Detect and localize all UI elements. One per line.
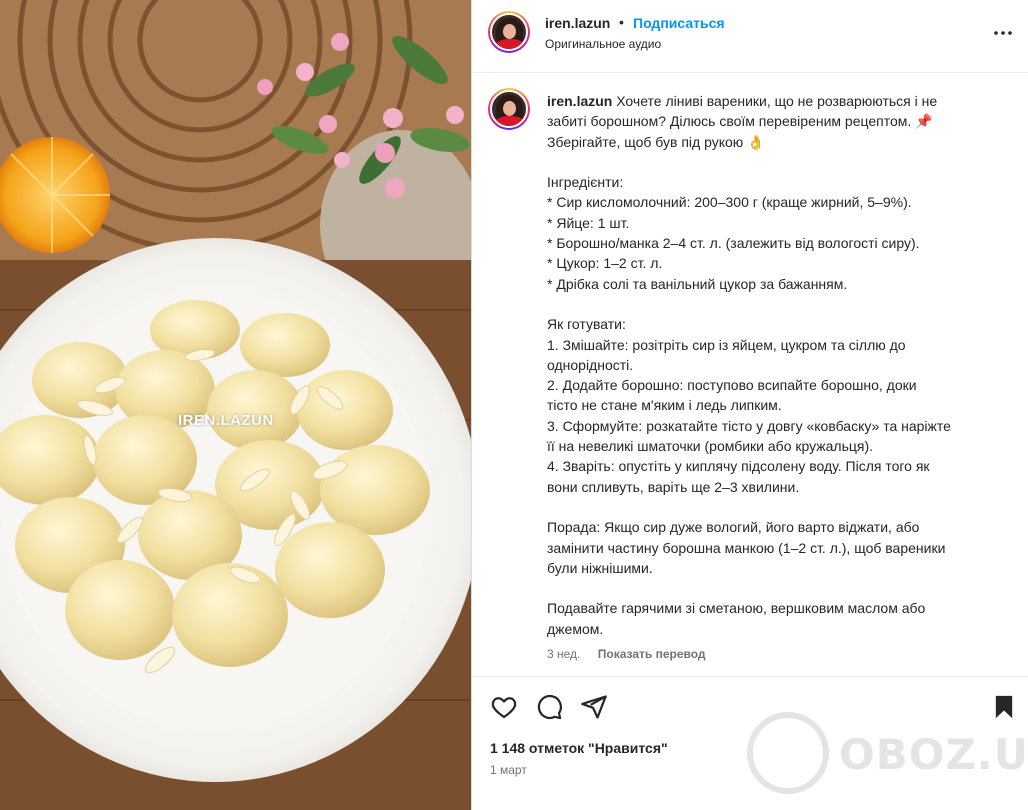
share-icon[interactable]: [580, 693, 608, 721]
post-header: iren.lazun • Подписаться Оригинальное ау…: [472, 0, 1028, 73]
post-age: 3 нед.: [547, 647, 581, 661]
caption-meta: 3 нед. Показать перевод: [547, 647, 706, 661]
audio-label[interactable]: Оригинальное аудио: [545, 37, 661, 51]
site-watermark: OBOZ.UA: [737, 710, 1028, 800]
post-date[interactable]: 1 март: [490, 763, 527, 777]
separator-dot: •: [619, 14, 624, 30]
caption-area: iren.lazun Хочете ліниві вареники, що не…: [472, 74, 1028, 674]
watermark-text: OBOZ.UA: [839, 730, 1028, 779]
caption: iren.lazun Хочете ліниві вареники, що не…: [547, 91, 1007, 639]
more-icon[interactable]: [992, 22, 1014, 44]
caption-username[interactable]: iren.lazun: [547, 93, 612, 109]
caption-avatar[interactable]: [488, 88, 530, 130]
globe-icon: [747, 712, 829, 794]
caption-text: Хочете ліниві вареники, що не розварюють…: [547, 93, 951, 637]
likes-count[interactable]: 1 148 отметок "Нравится": [490, 740, 668, 756]
follow-button[interactable]: Подписаться: [633, 15, 725, 31]
avatar[interactable]: [488, 11, 530, 53]
post-media[interactable]: IREN.LAZUN: [0, 0, 471, 810]
media-watermark: IREN.LAZUN: [178, 412, 274, 429]
food-photo: [0, 0, 471, 810]
heart-icon[interactable]: [490, 693, 518, 721]
translate-button[interactable]: Показать перевод: [598, 647, 706, 661]
username-link[interactable]: iren.lazun: [545, 15, 610, 31]
post-sidebar: iren.lazun • Подписаться Оригинальное ау…: [471, 0, 1028, 810]
comment-icon[interactable]: [535, 693, 563, 721]
